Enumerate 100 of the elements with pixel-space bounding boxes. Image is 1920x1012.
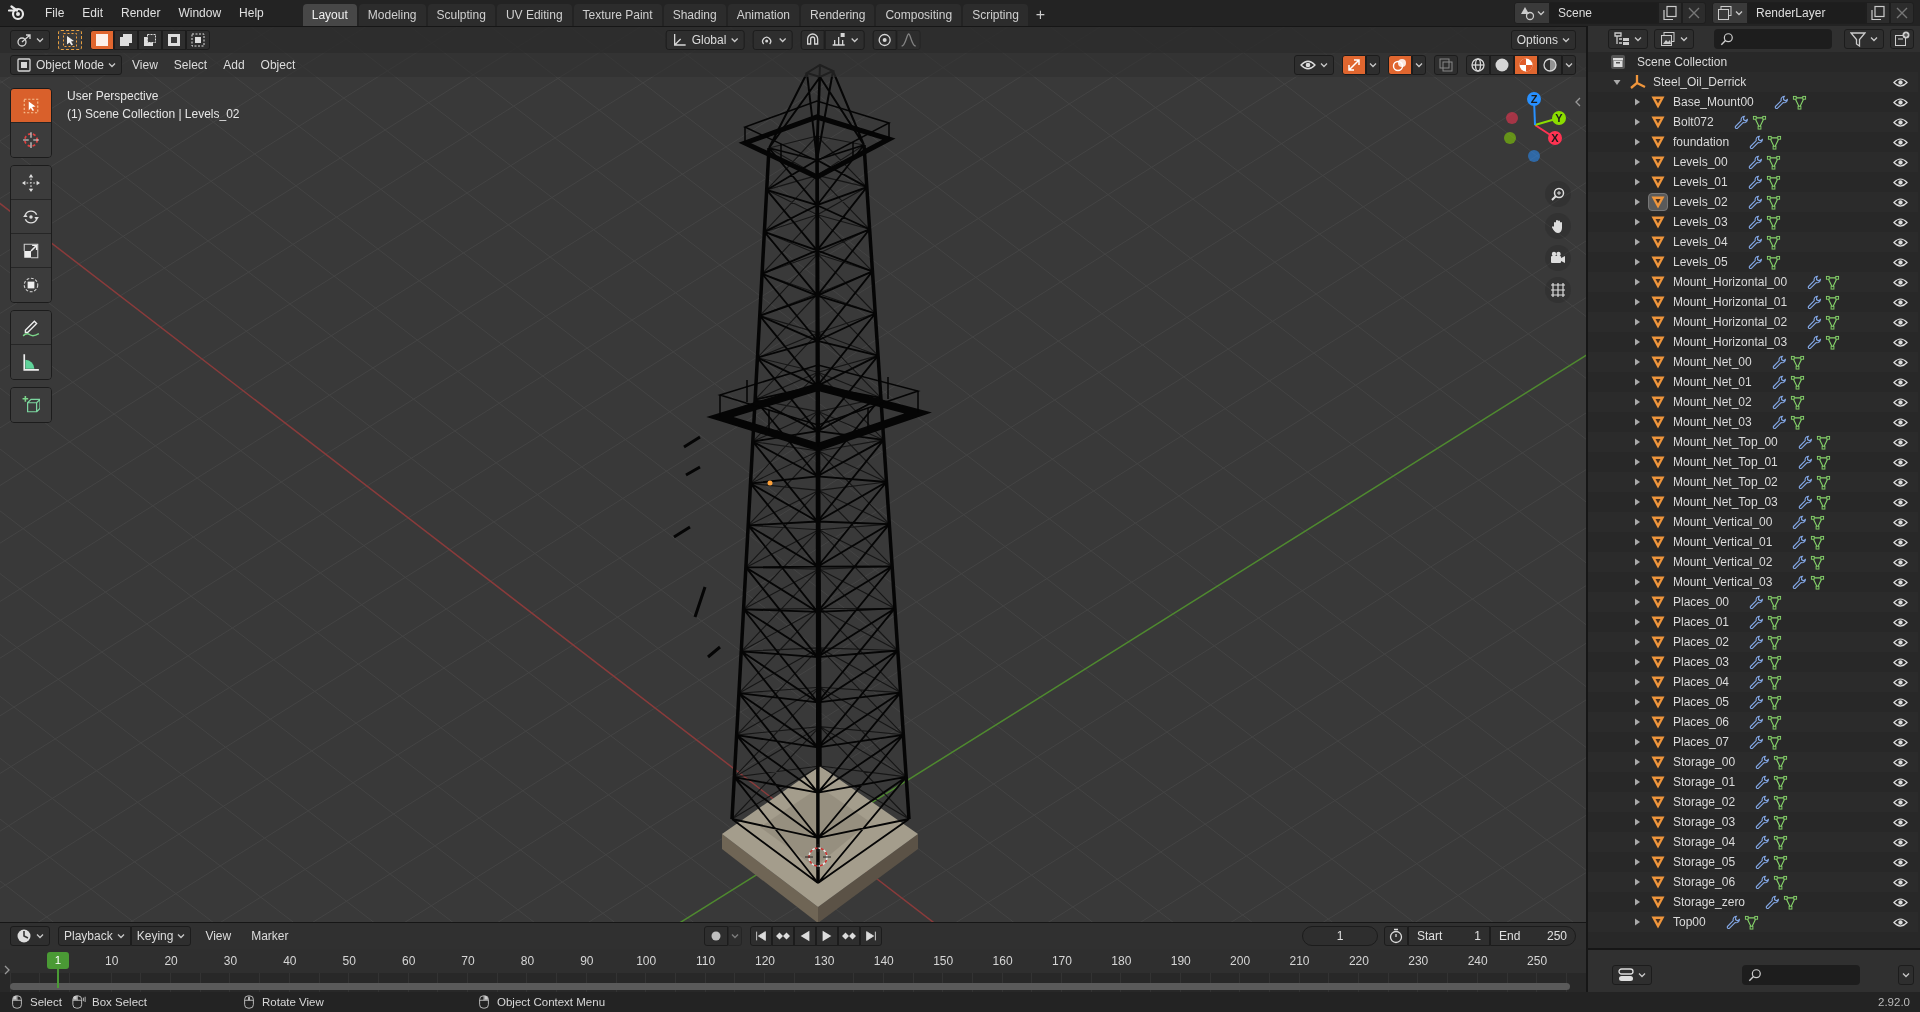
frame-number: 250 xyxy=(1526,953,1549,970)
field-label: End xyxy=(1499,928,1521,945)
item-name: Mount_Net_00 xyxy=(1673,355,1752,369)
view-layer-name-field[interactable]: RenderLayer xyxy=(1748,2,1866,24)
axis-label: X xyxy=(1551,132,1559,144)
item-name: Mount_Net_01 xyxy=(1673,375,1752,389)
menu-item[interactable]: View xyxy=(199,926,238,946)
menu-item[interactable]: Object xyxy=(254,55,302,75)
item-name: Mount_Net_Top_03 xyxy=(1673,495,1778,509)
frame-number: 110 xyxy=(695,953,717,970)
end-frame-field[interactable]: End 250 xyxy=(1490,926,1576,946)
item-name: Storage_04 xyxy=(1673,835,1736,849)
menu-item[interactable]: Add xyxy=(217,55,251,75)
item-name: Mount_Net_Top_00 xyxy=(1673,435,1778,449)
item-name: Mount_Net_03 xyxy=(1673,415,1752,429)
item-name: Places_07 xyxy=(1673,735,1730,749)
frame-number: 140 xyxy=(872,953,895,970)
hint-label: Rotate View xyxy=(262,996,324,1008)
menu-item[interactable]: File xyxy=(36,0,74,26)
item-name: Storage_06 xyxy=(1673,875,1736,889)
item-name: Storage_05 xyxy=(1673,855,1736,869)
frame-number: 170 xyxy=(1050,953,1073,970)
frame-number: 200 xyxy=(1229,953,1252,970)
item-name: Mount_Vertical_01 xyxy=(1673,535,1773,549)
item-name: Storage_03 xyxy=(1673,815,1736,829)
workspace-tab[interactable]: Shading xyxy=(663,4,726,26)
item-name: Mount_Vertical_02 xyxy=(1673,555,1773,569)
workspace-tab[interactable]: Modeling xyxy=(358,4,426,26)
frame-number: 160 xyxy=(991,953,1014,970)
item-name: Places_06 xyxy=(1673,715,1730,729)
workspace-tab[interactable]: Scripting xyxy=(963,4,1028,26)
frame-number: 190 xyxy=(1169,953,1192,970)
hint-label: Box Select xyxy=(92,996,147,1008)
item-name: Top00 xyxy=(1673,915,1706,929)
workspace-tab[interactable]: Texture Paint xyxy=(573,4,662,26)
item-name: Mount_Net_Top_02 xyxy=(1673,475,1778,489)
context-label: (1) Scene Collection | Levels_02 xyxy=(67,106,240,123)
frame-number: 100 xyxy=(635,953,658,970)
item-name: Levels_03 xyxy=(1673,215,1728,229)
item-name: Storage_00 xyxy=(1673,755,1736,769)
current-frame-marker[interactable]: 1 xyxy=(47,952,69,969)
item-name: Mount_Vertical_03 xyxy=(1673,575,1773,589)
item-name: Places_02 xyxy=(1673,635,1730,649)
frame-number: 90 xyxy=(579,953,595,970)
hint-label: Object Context Menu xyxy=(497,996,606,1008)
field-value: 250 xyxy=(1546,928,1567,945)
workspace-tab[interactable]: Sculpting xyxy=(427,4,495,26)
item-name: Levels_05 xyxy=(1673,255,1728,269)
scene-name-field[interactable]: Scene xyxy=(1550,2,1658,24)
start-frame-field[interactable]: Start 1 xyxy=(1408,926,1490,946)
workspace-tab[interactable]: UV Editing xyxy=(496,4,572,26)
frame-number: 150 xyxy=(932,953,955,970)
menu-dropdown[interactable]: Keying xyxy=(130,926,192,946)
item-name: foundation xyxy=(1673,135,1730,149)
item-name: Mount_Net_02 xyxy=(1673,395,1752,409)
axis-label: Z xyxy=(1530,93,1538,105)
workspace-tab[interactable]: Compositing xyxy=(876,4,962,26)
item-name: Steel_Oil_Derrick xyxy=(1653,75,1747,89)
item-name: Storage_02 xyxy=(1673,795,1736,809)
item-name: Mount_Horizontal_01 xyxy=(1673,295,1788,309)
hint-label: Select xyxy=(30,996,62,1008)
frame-number: 80 xyxy=(519,953,536,970)
menu-dropdown[interactable]: Playback xyxy=(58,926,131,946)
item-name: Places_03 xyxy=(1673,655,1730,669)
frame-number: 180 xyxy=(1110,953,1133,970)
item-name: Bolt072 xyxy=(1673,115,1714,129)
item-name: Storage_01 xyxy=(1673,775,1736,789)
menu-item[interactable]: Edit xyxy=(73,0,113,26)
item-name: Places_00 xyxy=(1673,595,1730,609)
menu-item[interactable]: Marker xyxy=(245,926,295,946)
item-name: Levels_00 xyxy=(1673,155,1728,169)
item-name: Mount_Horizontal_00 xyxy=(1673,275,1788,289)
options-dropdown[interactable]: Options xyxy=(1510,30,1576,50)
mode-dropdown[interactable]: Object Mode xyxy=(10,55,123,75)
item-name: Levels_01 xyxy=(1673,175,1728,189)
frame-number: 10 xyxy=(104,953,120,970)
item-name: Storage_zero xyxy=(1673,895,1746,909)
frame-number: 240 xyxy=(1466,953,1489,970)
menu-item[interactable]: Help xyxy=(230,0,273,26)
menu-item[interactable]: Select xyxy=(167,55,214,75)
frame-number: 130 xyxy=(813,953,836,970)
item-name: Mount_Horizontal_02 xyxy=(1673,315,1788,329)
frame-number: 40 xyxy=(282,953,298,970)
menu-item[interactable]: Window xyxy=(169,0,231,26)
workspace-tab[interactable]: Layout xyxy=(302,4,357,26)
add-workspace-button[interactable]: + xyxy=(1029,4,1052,26)
item-name: Places_04 xyxy=(1673,675,1730,689)
menu-item[interactable]: Render xyxy=(112,0,170,26)
orientation-dropdown[interactable]: Global xyxy=(665,30,745,50)
workspace-tab[interactable]: Animation xyxy=(727,4,800,26)
item-name: Mount_Net_Top_01 xyxy=(1673,455,1778,469)
item-name: Base_Mount00 xyxy=(1673,95,1754,109)
item-name: Mount_Vertical_00 xyxy=(1673,515,1773,529)
workspace-tab[interactable]: Rendering xyxy=(801,4,875,26)
frame-number: 120 xyxy=(753,953,776,970)
frame-number: 220 xyxy=(1347,953,1370,970)
current-frame-field[interactable]: 1 xyxy=(1302,926,1378,946)
frame-number: 20 xyxy=(163,953,179,970)
item-name: Places_01 xyxy=(1673,615,1730,629)
menu-item[interactable]: View xyxy=(126,55,164,75)
